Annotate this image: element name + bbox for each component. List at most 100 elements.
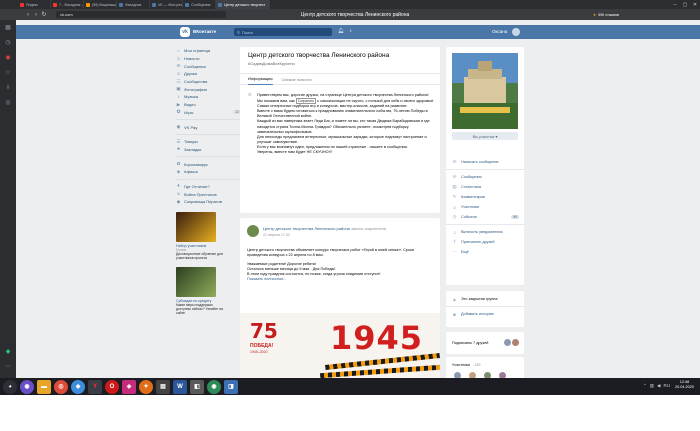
- sidebar-item[interactable]: ≡ Новости: [176, 55, 241, 63]
- tab-news[interactable]: Свежие новости: [282, 74, 312, 85]
- sidebar-item[interactable]: ✪ Игры 12: [176, 109, 241, 117]
- sidebar-item[interactable]: ⌂ Моя страница: [176, 47, 241, 55]
- avatar[interactable]: [512, 28, 520, 36]
- post-date[interactable]: 21 апреля 17:32: [263, 233, 290, 237]
- app-icon[interactable]: ◈: [122, 379, 136, 394]
- close-icon[interactable]: ✕: [690, 2, 700, 8]
- url-field[interactable]: vk.com: [56, 11, 226, 18]
- promo-image[interactable]: [176, 211, 216, 242]
- right-menu-item[interactable]: ⋯ Ещё: [446, 247, 524, 257]
- tab-label: Центр детского творчест: [224, 2, 266, 7]
- chrome-icon[interactable]: ◎: [54, 379, 68, 394]
- browser-icon[interactable]: ◉: [20, 379, 34, 394]
- promo-image[interactable]: [176, 266, 216, 297]
- back-icon[interactable]: ‹: [24, 12, 32, 18]
- sidebar-item[interactable]: ✿ Коронавирус: [176, 160, 241, 168]
- sidebar-item[interactable]: ☷ Сообщества: [176, 78, 241, 86]
- sidebar-toggle-icon[interactable]: ⋯: [0, 359, 16, 374]
- app-icon[interactable]: ◨: [224, 379, 238, 394]
- sidebar-item[interactable]: ♪ Музыка: [176, 93, 241, 101]
- promo-block[interactable]: Субсидии по кредиту Какие меры поддержки …: [176, 266, 224, 316]
- sidebar-item[interactable]: ☰ Товары: [176, 138, 241, 146]
- history-icon[interactable]: ◷: [0, 35, 16, 50]
- downloads-icon[interactable]: ⇩: [0, 80, 16, 95]
- chevron-up-icon[interactable]: ⌃: [643, 383, 647, 389]
- minimize-icon[interactable]: –: [670, 2, 680, 8]
- app-icon[interactable]: ◧: [190, 379, 204, 394]
- post-author[interactable]: Центр детского творчества Ленинского рай…: [263, 226, 433, 231]
- sidebar-item[interactable]: ◈ Афиша: [176, 168, 241, 176]
- right-menu-item[interactable]: ⇪ Пригласить друзей: [446, 237, 524, 247]
- clock[interactable]: 12:48 20.04.2020: [675, 380, 694, 390]
- add-story-button[interactable]: ◙ Добавить историю: [446, 309, 524, 319]
- browser-tab[interactable]: Центр детского творчест: [216, 0, 270, 9]
- sidebar-item[interactable]: ✉ Сообщения: [176, 62, 241, 70]
- browser-tab[interactable]: VK — Мои результаты: [150, 0, 183, 9]
- sidebar-item[interactable]: ▣ Фотографии: [176, 85, 241, 93]
- start-icon[interactable]: ◕: [3, 379, 17, 394]
- promo-block[interactable]: Набор участников Группа Дистанционное обуч…: [176, 211, 224, 261]
- app-icon[interactable]: ◆: [71, 379, 85, 394]
- volume-icon[interactable]: ◀︎: [657, 383, 660, 389]
- group-photo[interactable]: [452, 53, 518, 129]
- right-menu-item[interactable]: ✉ Сообщения: [446, 172, 524, 182]
- right-menu-item[interactable]: ✎ Комментарии: [446, 192, 524, 202]
- right-menu-item[interactable]: ✉ Написать сообщение: [446, 157, 524, 167]
- notification-icon[interactable]: ◉: [0, 50, 16, 65]
- right-menu-item[interactable]: ♫ Включить уведомления: [446, 227, 524, 237]
- music-icon: ♪: [177, 94, 180, 100]
- user-name[interactable]: Оксана: [492, 29, 507, 34]
- browser-tab[interactable]: Яндекс: [18, 0, 51, 9]
- language-indicator[interactable]: RU: [664, 383, 671, 389]
- bell-icon[interactable]: 🔔︎: [338, 28, 344, 34]
- right-menu-item[interactable]: ◷ События 99: [446, 212, 524, 222]
- badge-75: 75: [250, 319, 278, 343]
- extension-badge[interactable]: ★ 59К отзывов: [590, 11, 622, 18]
- sidebar-item[interactable]: ✈ Где Отличие?: [176, 183, 241, 191]
- favorites-icon[interactable]: ☆: [0, 65, 16, 80]
- app-icon[interactable]: ✦: [139, 379, 153, 394]
- group-hashtag[interactable]: #СидимДомаВсеКручено: [248, 61, 295, 66]
- app-icon[interactable]: ▤: [156, 379, 170, 394]
- music-icon[interactable]: ♪: [349, 28, 352, 34]
- sidebar-item[interactable]: ★ Закладки: [176, 146, 241, 154]
- yandex-browser-icon[interactable]: Y: [88, 379, 102, 394]
- app-icon[interactable]: ◉: [207, 379, 221, 394]
- browser-tab[interactable]: Сообщения: [183, 0, 216, 9]
- sidebar-item[interactable]: ▶ Видео: [176, 101, 241, 109]
- maximize-icon[interactable]: ▢: [680, 2, 690, 8]
- vk-logo-icon[interactable]: vk: [180, 27, 190, 37]
- network-icon[interactable]: ▥: [650, 383, 654, 389]
- tab-label: (59) Вацапыши — Поиск Ват: [92, 2, 117, 7]
- browser-tab[interactable]: Фасадник: [117, 0, 150, 9]
- post-author-name[interactable]: Центр детского творчества Ленинского рай…: [263, 226, 350, 231]
- tab-info[interactable]: Информация: [248, 74, 273, 85]
- forward-icon[interactable]: ›: [32, 12, 40, 18]
- word-icon[interactable]: W: [173, 379, 187, 394]
- right-menu-item[interactable]: ▥ Статистика: [446, 182, 524, 192]
- explorer-icon[interactable]: ▬: [37, 379, 51, 394]
- messenger-icon[interactable]: ◆: [0, 344, 16, 359]
- sidebar-item[interactable]: ☺ Друзья: [176, 70, 241, 78]
- right-menu-label: Включить уведомления: [461, 230, 503, 234]
- apps-icon[interactable]: ▦: [0, 20, 16, 35]
- sidebar-item[interactable]: ⚔ Война Престолов: [176, 190, 241, 198]
- post-image[interactable]: 75 ПОБЕДА! 1945–2020 1945: [240, 313, 440, 378]
- friends-subscribed-card: Подписаны 7 друзей: [446, 332, 524, 354]
- home-icon: ⌂: [177, 48, 180, 54]
- post-author-avatar[interactable]: [247, 225, 259, 237]
- member-status-button[interactable]: Вы участник ▾: [452, 132, 518, 140]
- sidebar-item[interactable]: ◉ VK Pay: [176, 123, 241, 131]
- reload-icon[interactable]: ↻: [40, 11, 48, 18]
- settings-icon[interactable]: ◎: [0, 95, 16, 110]
- opera-icon[interactable]: O: [105, 379, 119, 394]
- show-more-link[interactable]: Показать полностью...: [247, 277, 433, 282]
- right-menu-item[interactable]: ☺ Участники: [446, 202, 524, 212]
- sidebar-item[interactable]: ◆ Сокровища Пиратов: [176, 198, 241, 206]
- friends-subscribed[interactable]: Подписаны 7 друзей: [446, 338, 524, 348]
- group-description: ☰ Приветствуем вас, дорогие друзья, на с…: [248, 93, 434, 155]
- members-header[interactable]: Участники 139: [446, 360, 524, 370]
- browser-tab[interactable]: 7 - Фасадник — Яндекс: [51, 0, 84, 9]
- vk-search-input[interactable]: ⚲ Поиск: [234, 28, 332, 36]
- browser-tab[interactable]: (59) Вацапыши — Поиск Ват: [84, 0, 117, 9]
